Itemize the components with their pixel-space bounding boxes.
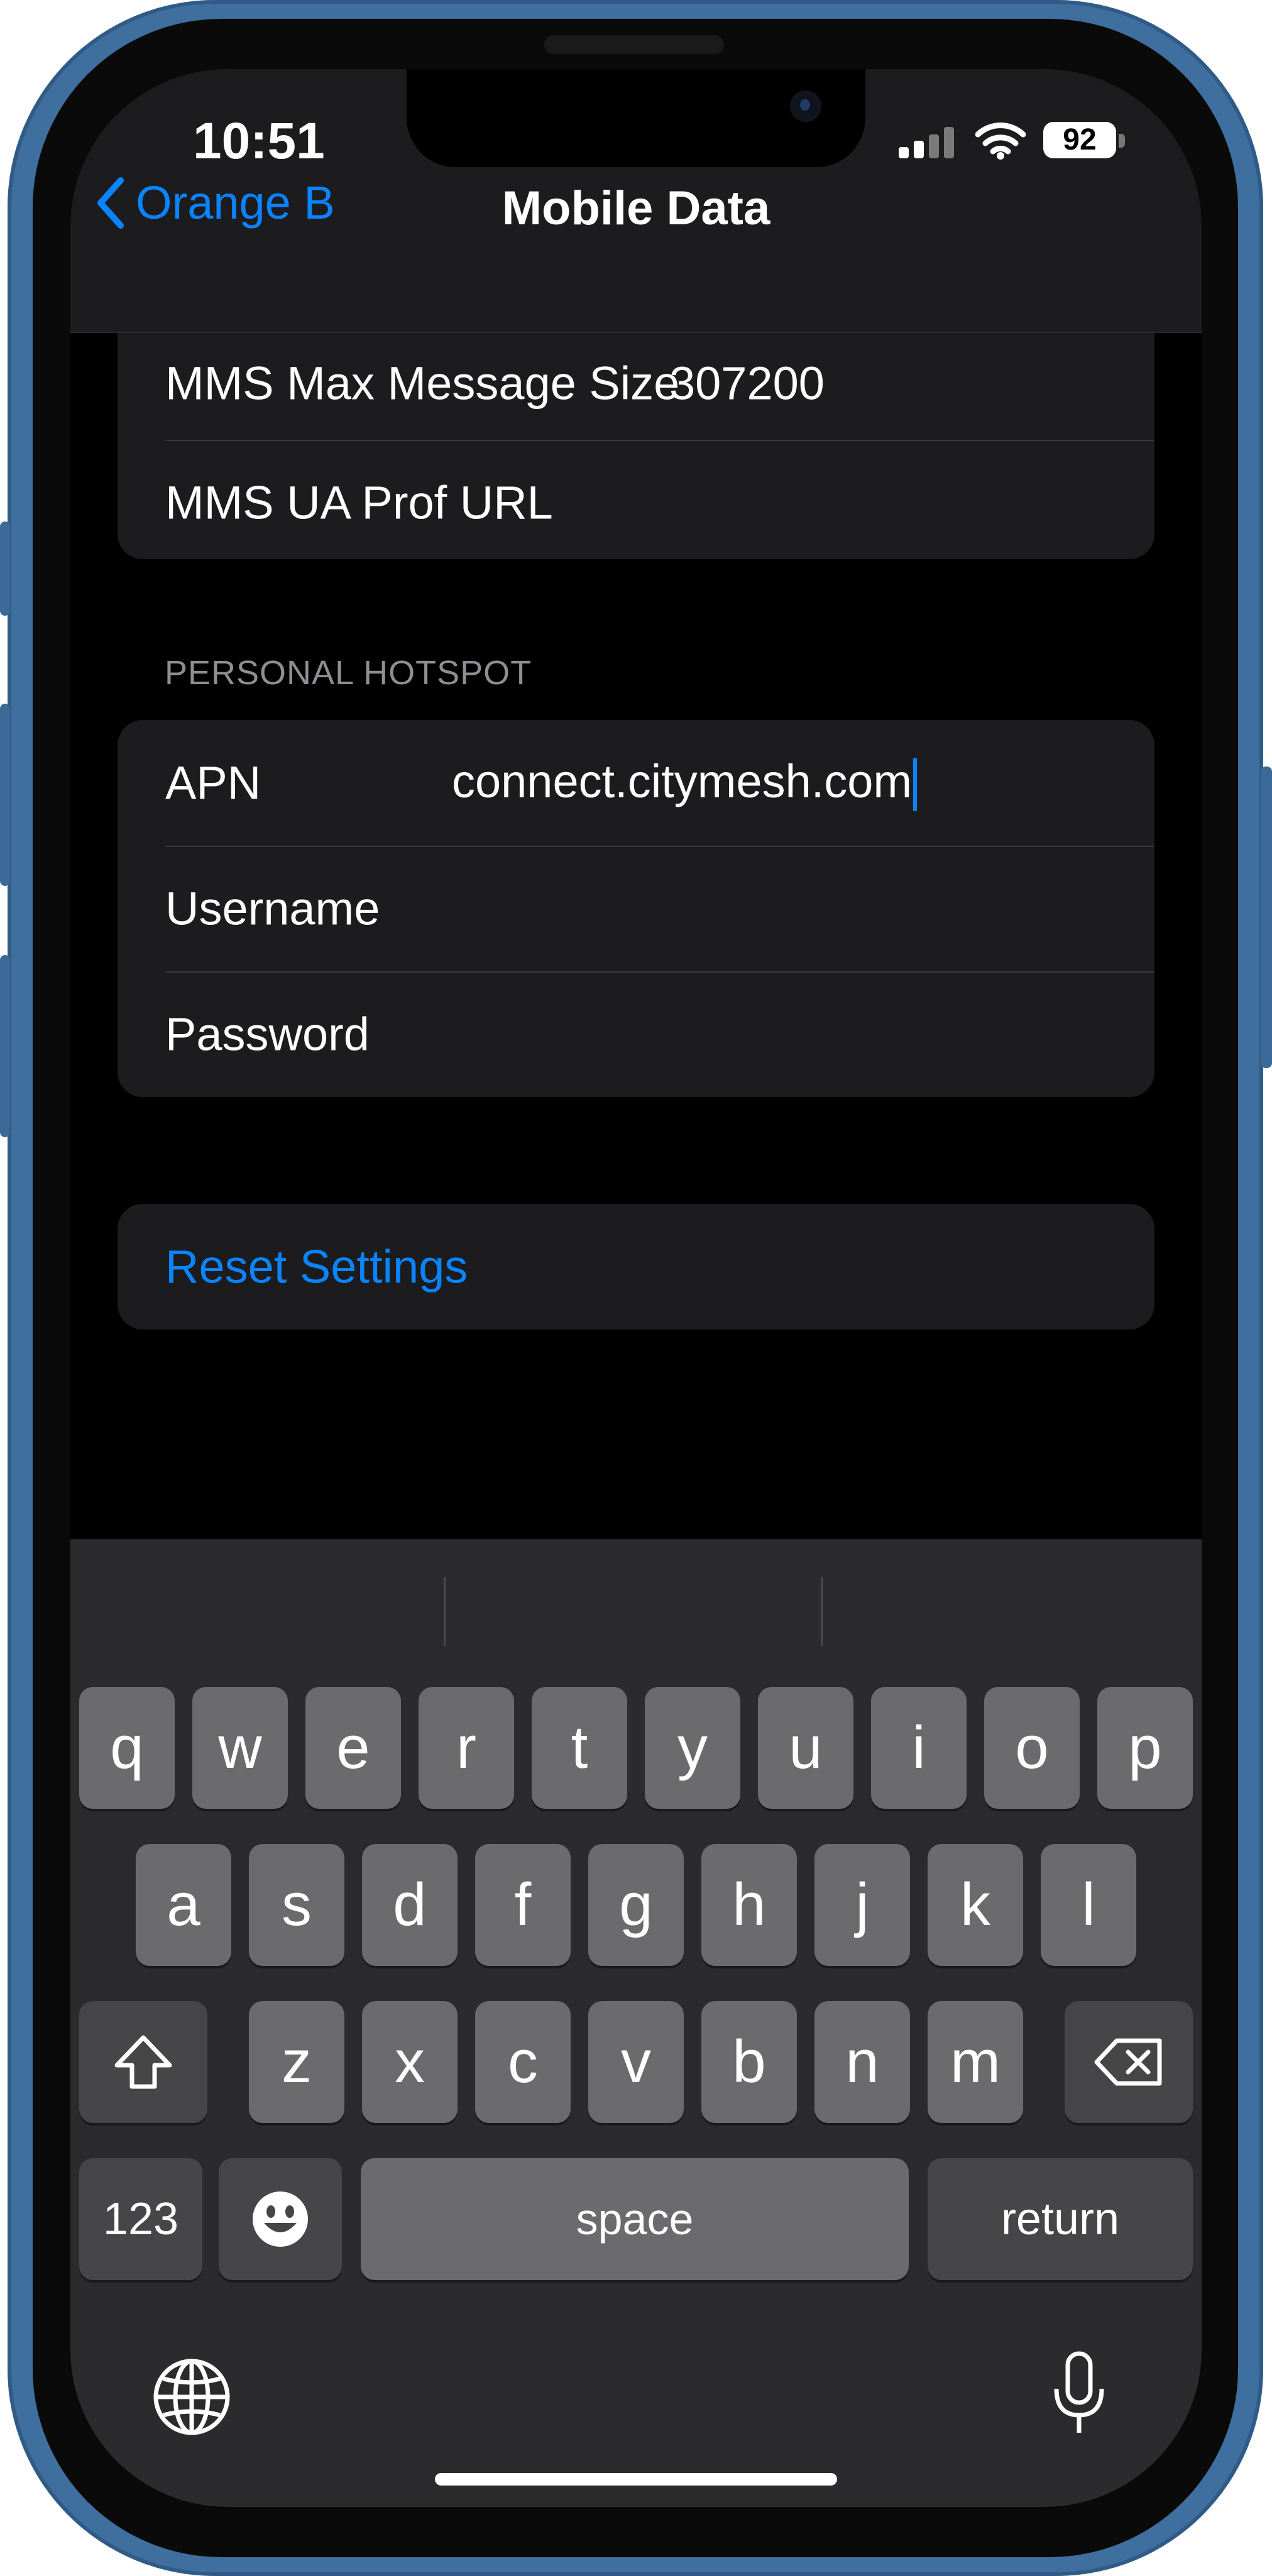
key-n[interactable]: n [814,2001,910,2123]
password-label: Password [165,1008,370,1061]
password-row[interactable]: Password [118,971,1154,1097]
battery-tip [1119,134,1125,148]
status-time: 10:51 [193,112,325,170]
key-g[interactable]: g [588,1844,684,1966]
earpiece-speaker [544,35,724,54]
reset-settings-button[interactable]: Reset Settings [165,1240,468,1294]
key-s[interactable]: s [249,1844,344,1966]
personal-hotspot-group: APN connect.citymesh.com Username Passwo… [118,720,1154,1097]
key-r[interactable]: r [419,1687,514,1809]
key-l[interactable]: l [1041,1844,1136,1966]
shift-key[interactable] [79,2001,207,2123]
username-label: Username [165,882,380,935]
key-h[interactable]: h [701,1844,797,1966]
key-i[interactable]: i [871,1687,967,1809]
emoji-icon [253,2191,308,2247]
mms-settings-group: MMS Max Message Size 307200 MMS UA Prof … [118,333,1154,559]
return-key[interactable]: return [928,2158,1193,2280]
space-key[interactable]: space [361,2158,909,2280]
keyboard: qwertyuiop asdfghjkl zxcvbnm 123 space r… [70,1539,1202,2507]
page-title: Mobile Data [502,182,770,235]
reset-settings-group: Reset Settings [118,1204,1154,1329]
action-button [0,521,10,616]
key-w[interactable]: w [192,1687,288,1809]
key-x[interactable]: x [362,2001,458,2123]
key-j[interactable]: j [814,1844,910,1966]
key-v[interactable]: v [588,2001,684,2123]
key-t[interactable]: t [532,1687,627,1809]
front-camera-icon [790,90,821,122]
key-d[interactable]: d [362,1844,458,1966]
mms-max-size-row[interactable]: MMS Max Message Size 307200 [118,320,1154,446]
volume-down-button [0,955,10,1137]
microphone-icon[interactable] [1048,2350,1110,2438]
key-q[interactable]: q [79,1687,175,1809]
battery-icon: 92 [1043,122,1116,158]
key-a[interactable]: a [136,1844,231,1966]
shift-icon [114,2035,172,2089]
home-indicator[interactable] [435,2473,837,2486]
prediction-divider [821,1577,823,1646]
wifi-icon [975,123,1026,160]
globe-icon[interactable] [152,2357,231,2437]
key-k[interactable]: k [928,1844,1023,1966]
mms-max-size-field[interactable]: 307200 [669,357,825,410]
notch [407,69,865,167]
apn-label: APN [165,756,261,809]
delete-icon [1094,2038,1162,2086]
key-p[interactable]: p [1097,1687,1193,1809]
key-z[interactable]: z [249,2001,344,2123]
mms-ua-prof-url-row[interactable]: MMS UA Prof URL [118,440,1154,565]
power-button [1261,767,1272,1068]
username-row[interactable]: Username [118,846,1154,971]
delete-key[interactable] [1065,2001,1193,2123]
apn-row[interactable]: APN connect.citymesh.com [118,720,1154,846]
screen: 10:51 92 Orange B Mobile Data MMS Max Me… [70,69,1202,2507]
mms-max-size-label: MMS Max Message Size [165,357,680,410]
text-cursor [913,758,918,812]
emoji-key[interactable] [219,2158,342,2280]
key-y[interactable]: y [645,1687,740,1809]
key-f[interactable]: f [475,1844,571,1966]
key-c[interactable]: c [475,2001,571,2123]
volume-up-button [0,704,10,886]
cellular-signal-icon [899,127,955,158]
personal-hotspot-header: PERSONAL HOTSPOT [165,654,532,692]
apn-field[interactable]: connect.citymesh.com [452,755,918,812]
apn-value: connect.citymesh.com [452,755,913,807]
key-u[interactable]: u [758,1687,853,1809]
key-e[interactable]: e [305,1687,401,1809]
key-m[interactable]: m [928,2001,1023,2123]
numbers-key[interactable]: 123 [79,2158,202,2280]
prediction-divider [444,1577,446,1646]
key-b[interactable]: b [701,2001,797,2123]
key-o[interactable]: o [984,1687,1080,1809]
mms-ua-prof-url-label: MMS UA Prof URL [165,476,553,529]
